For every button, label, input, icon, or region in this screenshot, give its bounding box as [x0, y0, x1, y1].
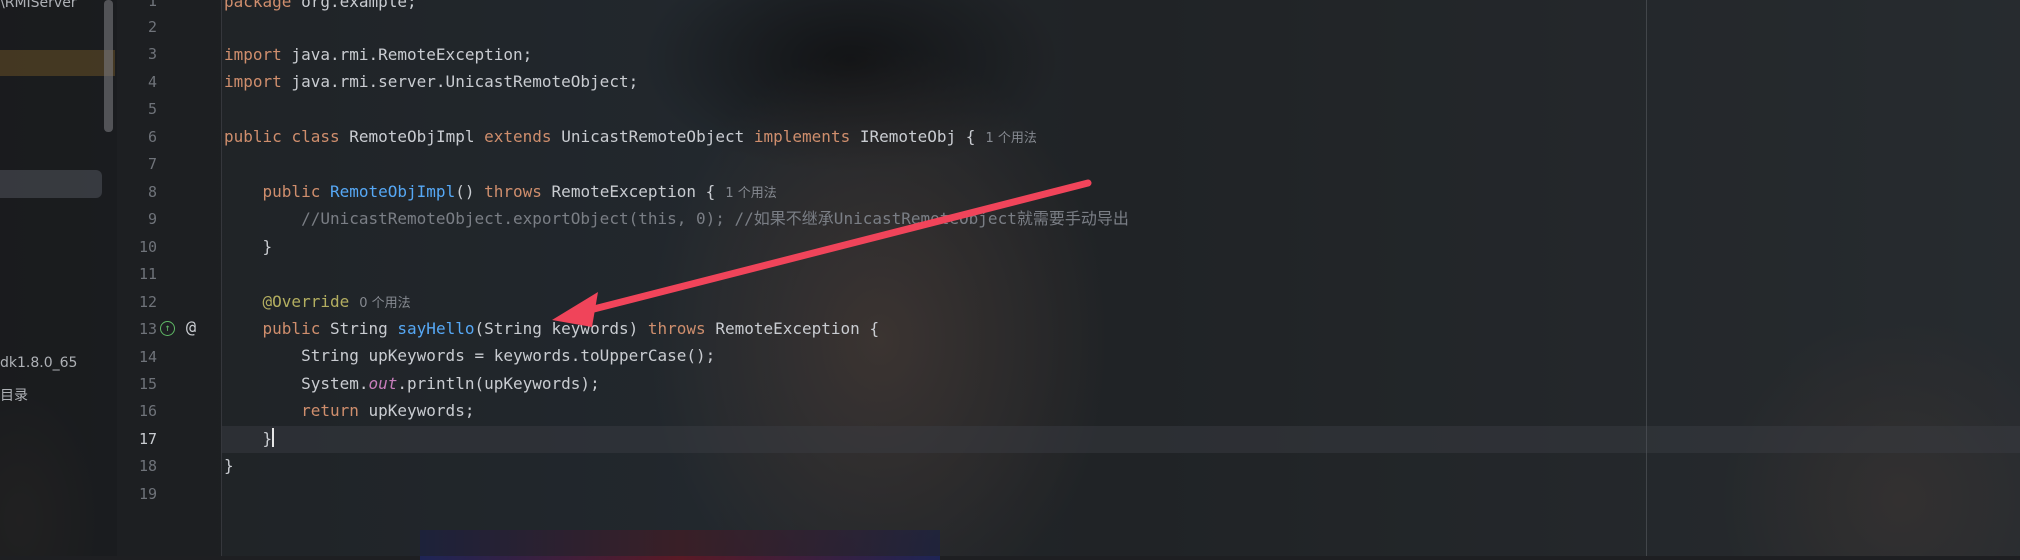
sidebar-selected-row[interactable] — [0, 50, 115, 76]
keyword: package — [224, 0, 292, 11]
right-margin-guide — [1646, 0, 1647, 556]
code-text: upKeywords; — [358, 401, 475, 420]
keyword: import — [224, 45, 282, 64]
line-number: 11 — [138, 265, 157, 283]
sidebar-scrollbar[interactable] — [104, 0, 113, 132]
line-number-gutter: 1 2 3 4 6 5 7 8 9 10 11 12 13 14 15 16 1… — [117, 0, 222, 556]
class-name: RemoteObjImpl — [349, 127, 475, 146]
code-line-8: public RemoteObjImpl() throws RemoteExce… — [224, 178, 777, 205]
code-text: } — [224, 456, 234, 475]
code-text: .println(upKeywords); — [397, 374, 600, 393]
code-text: IRemoteObj { — [859, 127, 976, 146]
keyword: throws — [647, 319, 706, 338]
code-text: java.rmi.server.UnicastRemoteObject; — [281, 72, 639, 91]
sidebar-item-jdk[interactable]: dk1.8.0_65 — [0, 355, 77, 371]
code-line-3: import java.rmi.RemoteException; — [224, 41, 532, 68]
line-number: 6 — [147, 128, 157, 146]
code-text: String upKeywords = keywords.toUpperCase… — [301, 346, 716, 365]
code-line-12: @Override 0 个用法 — [224, 288, 411, 315]
code-line-4: import java.rmi.server.UnicastRemoteObje… — [224, 68, 638, 95]
line-number: 2 — [147, 18, 157, 36]
line-number: 7 — [147, 155, 157, 173]
code-editor[interactable]: package org.example; import java.rmi.Rem… — [222, 0, 2020, 556]
method-name: sayHello — [397, 319, 475, 338]
code-line-18: } — [224, 452, 234, 479]
current-line-highlight — [222, 426, 2020, 453]
line-number: 12 — [138, 293, 157, 311]
usage-hint[interactable]: 1 个用法 — [725, 186, 776, 201]
code-line-14: String upKeywords = keywords.toUpperCase… — [224, 342, 715, 369]
line-number: 15 — [138, 375, 157, 393]
static-field: out — [368, 374, 398, 393]
keyword: public — [262, 182, 321, 201]
project-sidebar: \RMIServer dk1.8.0_65 目录 — [0, 0, 117, 556]
code-text: } — [262, 237, 273, 256]
code-text: () — [455, 182, 475, 201]
code-text: UnicastRemoteObject — [561, 127, 745, 146]
line-number: 10 — [138, 238, 157, 256]
annotation: @Override — [262, 292, 350, 311]
code-line-15: System.out.println(upKeywords); — [224, 370, 600, 397]
code-text: RemoteException { — [551, 182, 716, 201]
line-number: 8 — [147, 183, 157, 201]
code-comment: //UnicastRemoteObject.exportObject(this,… — [301, 209, 1129, 228]
keyword: implements — [753, 127, 851, 146]
code-line-17: } — [224, 425, 275, 452]
code-line-1: package org.example; — [224, 0, 417, 15]
code-line-16: return upKeywords; — [224, 397, 474, 424]
sidebar-item-rmiserver[interactable]: \RMIServer — [0, 0, 77, 11]
usage-hint[interactable]: 1 个用法 — [985, 131, 1036, 146]
usage-hint[interactable]: 0 个用法 — [359, 296, 410, 311]
keyword: extends — [484, 127, 552, 146]
code-line-6: public class RemoteObjImpl extends Unica… — [224, 123, 1037, 150]
line-number-active: 17 — [138, 430, 157, 448]
code-line-13: public String sayHello(String keywords) … — [224, 315, 880, 342]
sidebar-hover-row[interactable] — [0, 170, 102, 198]
keyword: import — [224, 72, 282, 91]
code-text: RemoteException { — [715, 319, 880, 338]
keyword: return — [301, 401, 359, 420]
line-number: 19 — [138, 485, 157, 503]
line-number: 5 — [147, 100, 157, 118]
sidebar-item-directory[interactable]: 目录 — [0, 385, 28, 405]
code-text: } — [262, 429, 273, 448]
line-number: 16 — [138, 402, 157, 420]
code-line-9: //UnicastRemoteObject.exportObject(this,… — [224, 205, 1129, 232]
code-text: (String keywords) — [474, 319, 639, 338]
line-number: 14 — [138, 348, 157, 366]
constructor-name: RemoteObjImpl — [329, 182, 456, 201]
line-number: 13 — [138, 320, 157, 338]
keyword: throws — [484, 182, 542, 201]
code-line-10: } — [224, 233, 273, 260]
line-number: 4 — [147, 73, 157, 91]
code-text: System. — [301, 374, 369, 393]
implements-marker-icon[interactable]: ↑ — [160, 321, 175, 336]
line-number: 3 — [147, 45, 157, 63]
line-number: 9 — [147, 210, 157, 228]
keyword: public — [262, 319, 321, 338]
text-caret — [272, 428, 275, 447]
line-number: 18 — [138, 457, 157, 475]
keyword: class — [291, 127, 340, 146]
override-marker-icon[interactable]: @ — [183, 320, 199, 337]
keyword: public — [224, 127, 282, 146]
line-number: 1 — [147, 0, 157, 10]
code-text: String — [329, 319, 388, 338]
code-text: org.example; — [291, 0, 417, 11]
code-text: java.rmi.RemoteException; — [281, 45, 533, 64]
